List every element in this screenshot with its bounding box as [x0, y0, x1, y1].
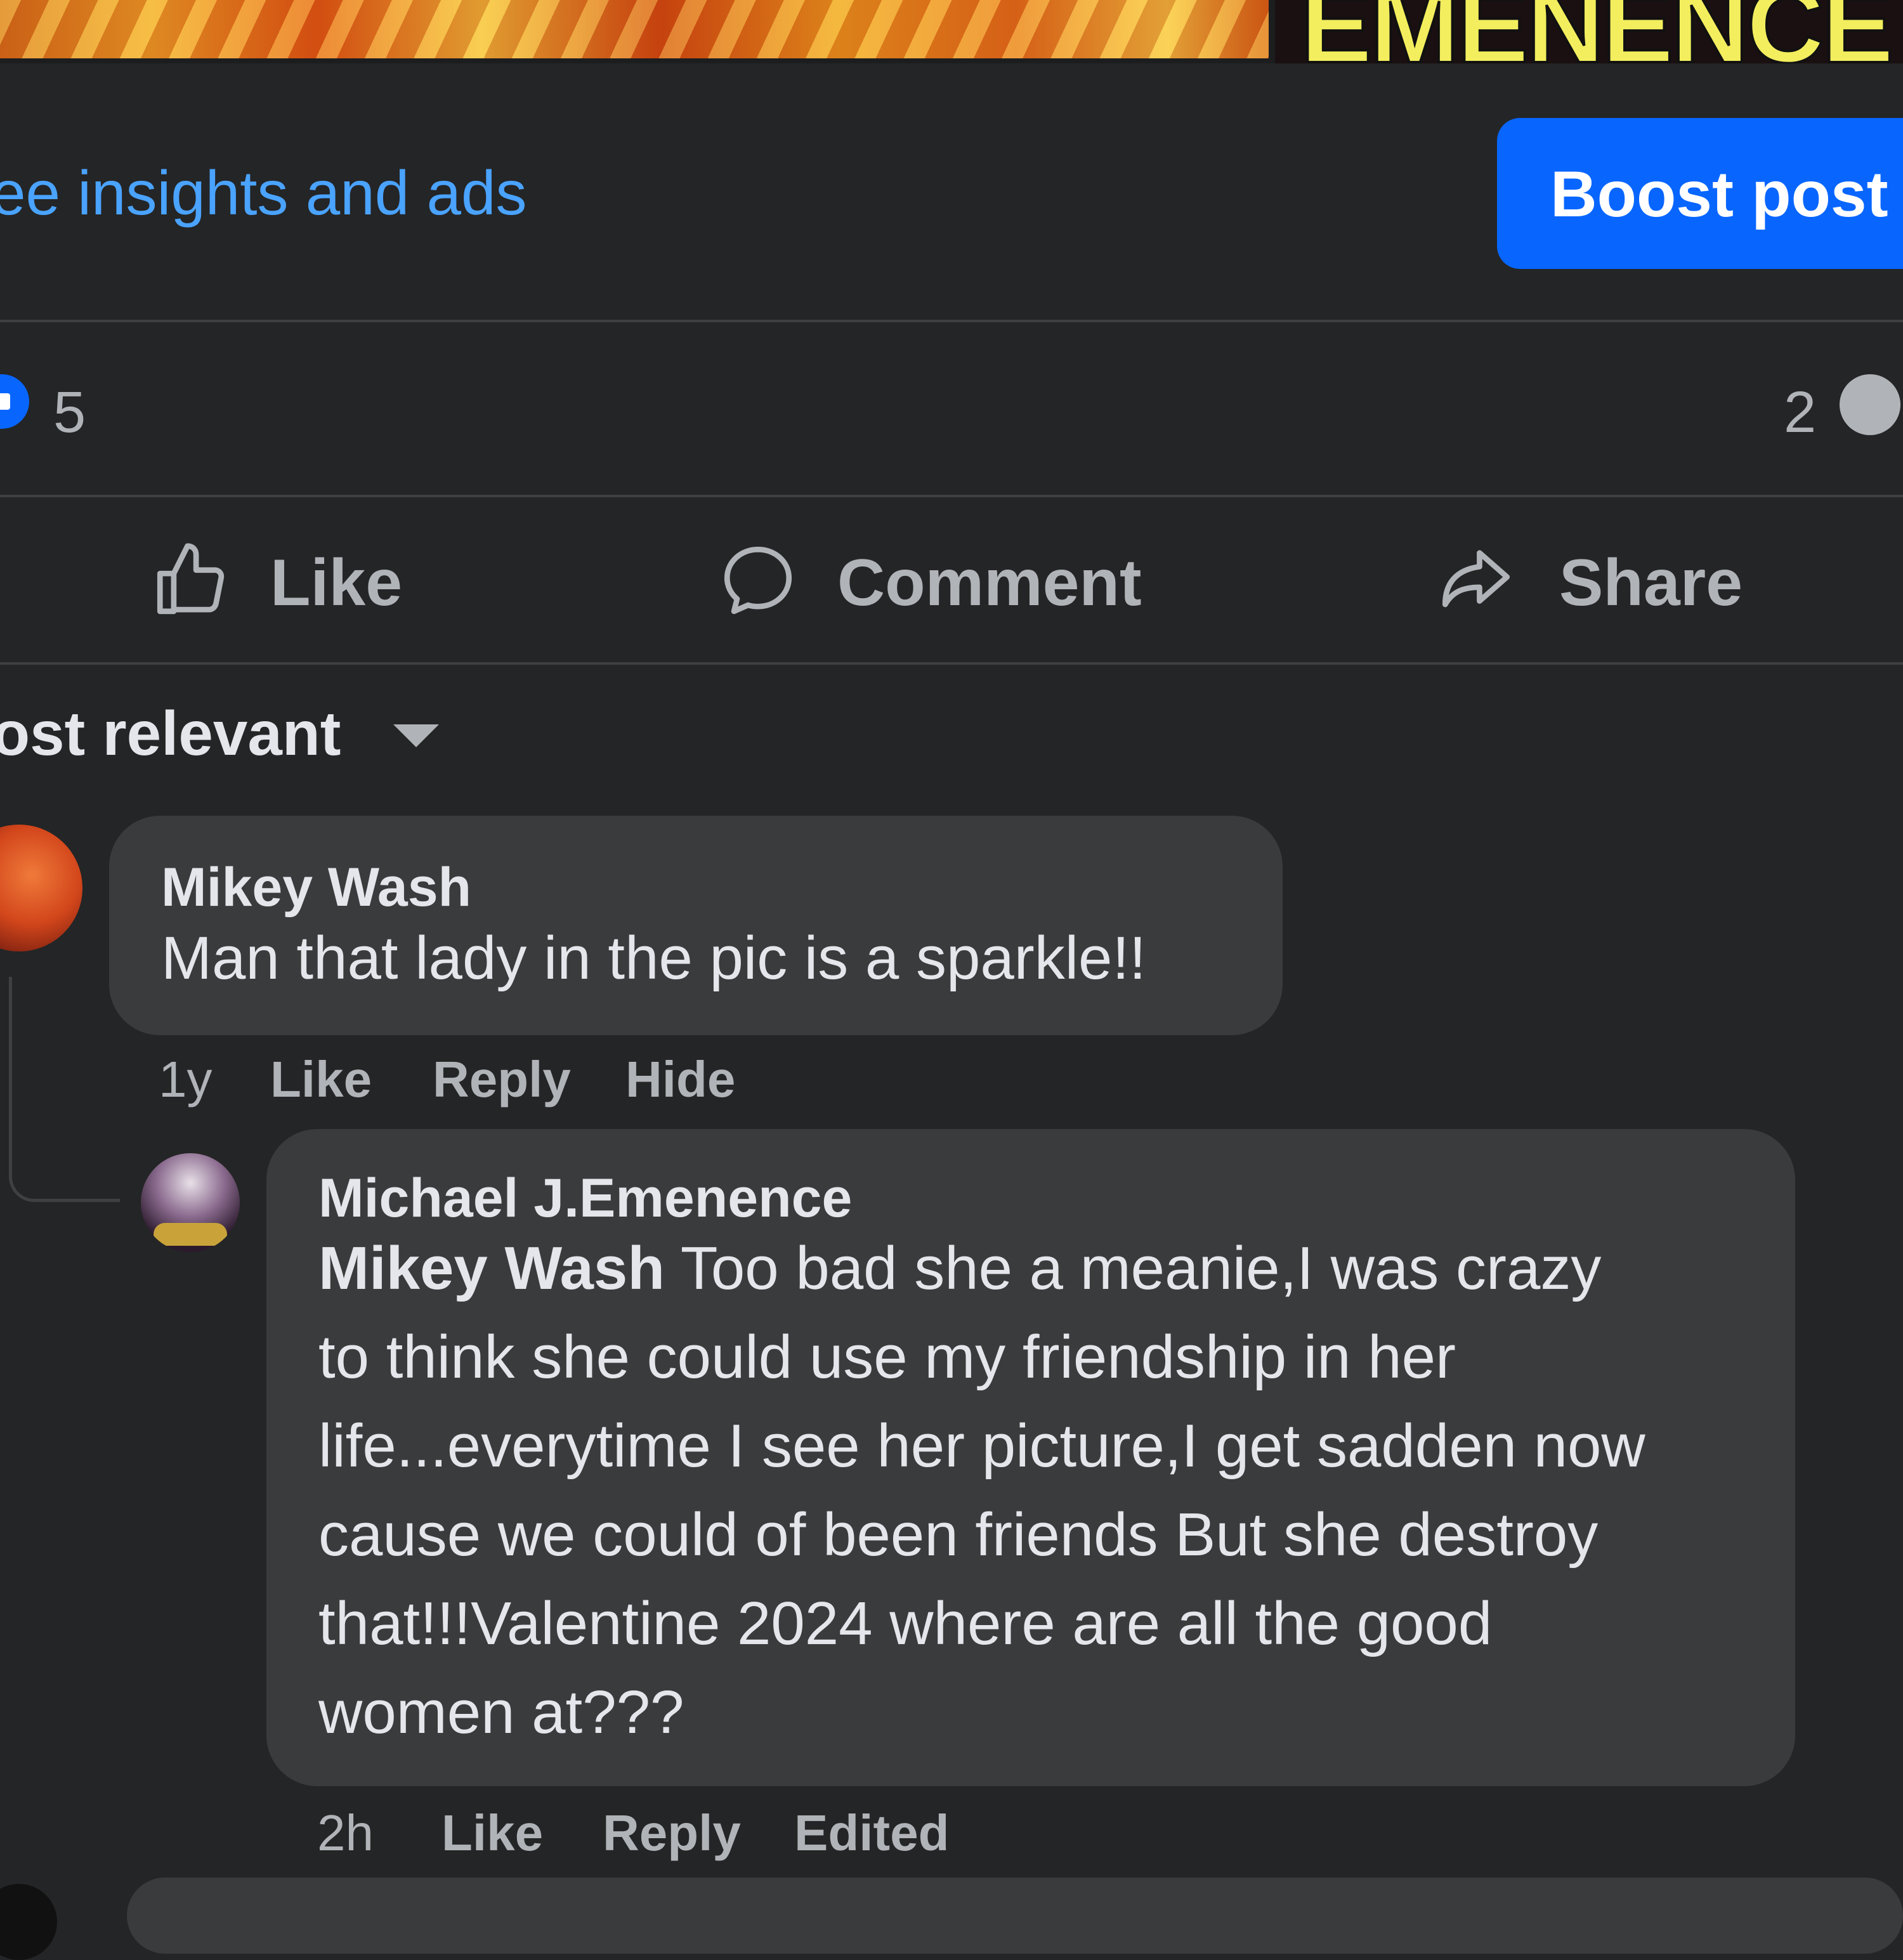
reply-bubble: Michael J.Emenence Mikey Wash Too bad sh… [266, 1129, 1795, 1786]
post-banner-image[interactable]: EMENENCE [1275, 0, 1903, 63]
reply-timestamp[interactable]: 2h [317, 1804, 374, 1862]
divider [0, 662, 1903, 665]
comment-input-box[interactable] [127, 1878, 1903, 1954]
reply-thread-line [9, 977, 120, 1202]
mention-tag[interactable]: Mikey Wash [318, 1234, 665, 1302]
comment-reply-link[interactable]: Reply [433, 1050, 571, 1109]
comment-hide-link[interactable]: Hide [625, 1050, 735, 1109]
comment-count[interactable]: 2 [1784, 379, 1816, 446]
boost-post-label: Boost post [1550, 158, 1888, 230]
comment-sort-dropdown[interactable]: lost relevant [0, 698, 341, 769]
caret-down-icon[interactable] [393, 724, 439, 747]
avatar[interactable] [0, 1884, 57, 1960]
comment-label: Comment [837, 546, 1142, 620]
comment-like-link[interactable]: Like [270, 1050, 372, 1109]
like-label: Like [270, 546, 403, 620]
reply-line: women at??? [318, 1678, 684, 1746]
reply-like-link[interactable]: Like [441, 1804, 543, 1862]
avatar[interactable] [141, 1153, 240, 1252]
divider [0, 495, 1903, 497]
thumbs-up-icon [157, 543, 225, 615]
reply-line: Mikey Wash Too bad she a meanie,I was cr… [318, 1234, 1602, 1302]
comment-text: Man that lady in the pic is a sparkle!! [161, 924, 1146, 992]
share-arrow-icon [1442, 550, 1510, 608]
post-image-strip[interactable]: EMENENCE [0, 0, 1903, 63]
comment-author[interactable]: Mikey Wash [161, 856, 471, 919]
reply-line: cause we could of been friends But she d… [318, 1501, 1599, 1569]
reply-edited-label: Edited [794, 1805, 950, 1861]
post-photo[interactable] [0, 0, 1269, 58]
comment-icon [724, 546, 792, 615]
share-label: Share [1559, 546, 1743, 620]
banner-text: EMENENCE [1299, 0, 1895, 63]
reply-text: Mikey Wash Too bad she a meanie,I was cr… [318, 1224, 1645, 1757]
divider [0, 320, 1903, 322]
reply-line: that!!!Valentine 2024 where are all the … [318, 1590, 1493, 1657]
boost-post-button[interactable]: Boost post [1497, 118, 1903, 269]
reply-line: to think she could use my friendship in … [318, 1323, 1456, 1391]
comment-timestamp[interactable]: 1y [159, 1050, 213, 1109]
comment-bubble-icon[interactable] [1840, 374, 1900, 435]
reaction-count[interactable]: 5 [53, 379, 86, 446]
reply-line: life...everytime I see her picture,I get… [318, 1412, 1645, 1480]
see-insights-link[interactable]: ee insights and ads [0, 157, 526, 229]
comment-bubble: Mikey Wash Man that lady in the pic is a… [109, 816, 1283, 1035]
reply-author[interactable]: Michael J.Emenence [318, 1167, 852, 1230]
avatar[interactable] [0, 825, 82, 951]
reply-reply-link[interactable]: Reply [603, 1804, 741, 1862]
like-reaction-icon[interactable] [0, 374, 29, 429]
